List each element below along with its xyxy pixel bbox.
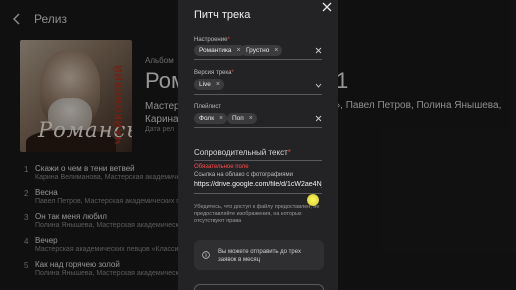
playlist-chip-pop[interactable]: Поп × [227, 113, 257, 124]
track-number: 2 [24, 189, 29, 198]
accompanying-text-underline [194, 160, 322, 161]
photo-link-label: Ссылка на облако с фотографиями [194, 172, 293, 178]
version-label-text: Версия трека [194, 70, 232, 76]
info-icon [202, 251, 210, 259]
photo-link-underline [194, 193, 322, 194]
mouse-cursor-highlight [307, 194, 319, 206]
track-artists: Карина Велиманова, Мастерская академичес… [35, 174, 188, 181]
mood-label-text: Настроение [194, 37, 228, 43]
chevron-down-icon[interactable] [315, 82, 322, 89]
back-arrow-icon[interactable] [10, 12, 24, 26]
track-row[interactable]: 4 Вечер Мастерская академических певцов … [24, 234, 192, 258]
version-chip-live[interactable]: Live × [194, 79, 224, 90]
track-artists: Полина Янышева, Мастерская академически [35, 270, 183, 277]
track-row[interactable]: 3 Он так меня любил Полина Янышева, Маст… [24, 210, 186, 234]
chip-label: Поп [232, 115, 244, 122]
track-row[interactable]: 2 Весна Павел Петров, Мастерская академи… [24, 186, 184, 210]
photo-link-hint: Убедитесь, что доступ к файлу предоставл… [194, 204, 320, 224]
album-release-date: Дата рел [145, 126, 175, 133]
playlist-chip-folk[interactable]: Фолк × [194, 113, 228, 124]
mood-clear-icon[interactable] [315, 47, 322, 54]
chip-remove-icon[interactable]: × [249, 113, 253, 124]
playlist-clear-icon[interactable] [315, 115, 322, 122]
mood-chip-sad[interactable]: Грустно × [241, 45, 283, 56]
version-field-label: Версия трека* [194, 70, 234, 76]
track-title: Скажи о чем в тени ветвей [35, 164, 135, 173]
chip-remove-icon[interactable]: × [274, 45, 278, 56]
page-title: Релиз [34, 12, 67, 26]
required-mark: * [227, 37, 230, 43]
chip-label: Романтика [199, 47, 232, 54]
accompanying-text-field[interactable]: Сопроводительный текст* [194, 148, 291, 157]
track-title: Он так меня любил [35, 212, 107, 221]
track-artists: Павел Петров, Мастерская академических п… [35, 198, 184, 205]
track-number: 4 [24, 237, 29, 246]
playlist-field-underline [194, 127, 322, 128]
artists-line-1-right: т», Павел Петров, Полина Янышева, [330, 100, 502, 111]
chip-remove-icon[interactable]: × [216, 79, 220, 90]
chip-label: Фолк [199, 115, 215, 122]
mood-field-label: Настроение* [194, 37, 230, 43]
playlist-field-label: Плейлист [194, 104, 222, 110]
track-list: 1 Скажи о чем в тени ветвей Карина Велим… [24, 162, 192, 282]
required-mark: * [287, 148, 291, 157]
close-icon[interactable] [320, 0, 334, 14]
track-title: Весна [35, 188, 58, 197]
pitch-track-dialog: Питч трека Настроение* Романтика × Грустн… [178, 0, 338, 290]
track-artists: Полина Янышева, Мастерская академических [35, 222, 187, 229]
cover-vertical-text: ЧАЙКОВСКИЙ [114, 64, 125, 144]
dialog-title: Питч трека [194, 9, 251, 21]
submission-limit-info: Вы можете отправить до трех заявок в мес… [194, 240, 324, 270]
track-number: 1 [24, 165, 29, 174]
album-type-label: Альбом [145, 56, 174, 65]
chip-remove-icon[interactable]: × [219, 113, 223, 124]
track-number: 3 [24, 213, 29, 222]
track-row[interactable]: 1 Скажи о чем в тени ветвей Карина Велим… [24, 162, 187, 186]
track-artists: Мастерская академических певцов «Классик… [35, 246, 193, 253]
mood-chip-romantic[interactable]: Романтика × [194, 45, 245, 56]
version-field-underline [194, 94, 322, 95]
page-header: Релиз [10, 12, 67, 26]
track-title: Вечер [35, 236, 58, 245]
submit-button[interactable] [194, 284, 324, 290]
photo-link-input[interactable]: https://drive.google.com/file/d/1cW2ae4N… [194, 181, 322, 188]
chip-label: Грустно [246, 47, 270, 54]
required-mark: * [231, 70, 234, 76]
required-field-error: Обязательное поле [194, 164, 249, 170]
track-number: 5 [24, 261, 29, 270]
chip-label: Live [199, 81, 211, 88]
chip-remove-icon[interactable]: × [236, 45, 240, 56]
track-row[interactable]: 5 Как над горячею золой Полина Янышева, … [24, 258, 183, 282]
info-text: Вы можете отправить до трех заявок в мес… [218, 249, 301, 263]
album-cover: Романсы ЧАЙКОВСКИЙ [20, 40, 132, 152]
track-title: Как над горячею золой [35, 260, 120, 269]
mood-field-underline [194, 59, 322, 60]
accompanying-text-label: Сопроводительный текст [194, 148, 288, 157]
